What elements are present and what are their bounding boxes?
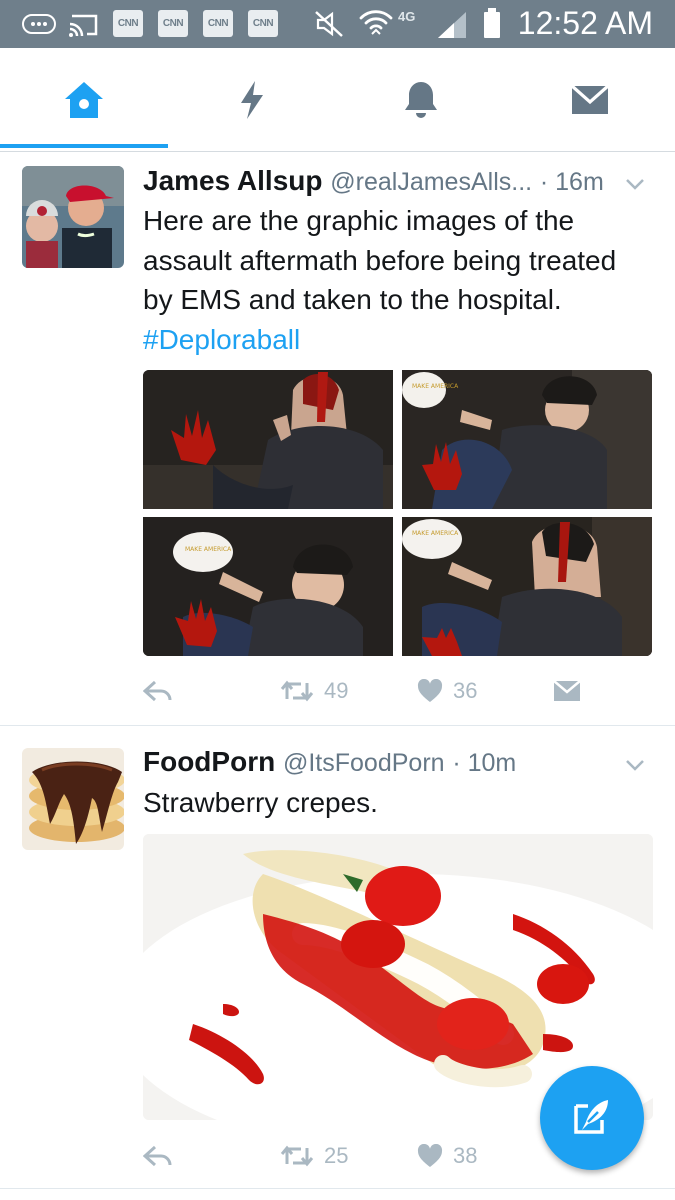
compose-icon xyxy=(574,1100,608,1134)
like-button[interactable]: 38 xyxy=(417,1136,477,1176)
media-photo[interactable]: MAKE AMERICA xyxy=(143,517,393,656)
reply-button[interactable] xyxy=(143,1136,173,1176)
media-photo[interactable]: MAKE AMERICA xyxy=(402,517,652,656)
svg-text:MAKE AMERICA: MAKE AMERICA xyxy=(412,383,459,390)
tweet-time: · 10m xyxy=(452,749,517,777)
network-type: 4G xyxy=(398,9,416,24)
like-button[interactable]: 36 xyxy=(417,671,477,711)
mute-icon xyxy=(315,11,343,37)
direct-message-button[interactable] xyxy=(553,671,581,711)
heart-icon xyxy=(417,1144,443,1167)
tab-messages[interactable] xyxy=(506,48,674,152)
wifi-icon xyxy=(359,10,393,35)
tab-home[interactable] xyxy=(0,48,168,152)
cnn-notification-icon: CNN xyxy=(248,10,278,37)
tweet-header: James Allsup @realJamesAlls... · 16m xyxy=(143,165,604,197)
tab-notifications[interactable] xyxy=(337,48,505,152)
tweet-time: · 16m xyxy=(539,168,604,196)
cnn-notification-icon: CNN xyxy=(158,10,188,37)
tab-moments[interactable] xyxy=(168,48,336,152)
tweet-text: Strawberry crepes. xyxy=(143,783,623,823)
avatar[interactable] xyxy=(22,748,124,850)
signal-icon xyxy=(438,12,466,38)
clock: 12:52 AM xyxy=(517,5,653,41)
tweet-james-allsup[interactable]: James Allsup @realJamesAlls... · 16m Her… xyxy=(0,153,675,725)
tweet-body: Here are the graphic images of the assau… xyxy=(143,205,617,315)
bell-icon xyxy=(405,82,437,118)
cast-icon xyxy=(69,14,98,37)
tweet-divider xyxy=(0,1188,675,1189)
lightning-icon xyxy=(241,81,263,119)
retweet-icon xyxy=(280,680,314,702)
retweet-count: 25 xyxy=(324,1143,349,1168)
author-name[interactable]: FoodPorn xyxy=(143,746,275,777)
battery-icon xyxy=(484,8,500,38)
heart-icon xyxy=(417,679,443,702)
reply-button[interactable] xyxy=(143,671,173,711)
author-handle[interactable]: @realJamesAlls... xyxy=(330,168,532,196)
author-handle[interactable]: @ItsFoodPorn xyxy=(283,749,445,777)
retweet-count: 49 xyxy=(324,678,349,703)
retweet-button[interactable]: 25 xyxy=(280,1136,348,1176)
compose-tweet-button[interactable] xyxy=(540,1066,644,1170)
retweet-icon xyxy=(280,1145,314,1167)
reply-icon xyxy=(143,680,172,702)
svg-text:MAKE AMERICA: MAKE AMERICA xyxy=(412,530,459,537)
media-photo[interactable]: MAKE AMERICA xyxy=(402,370,652,509)
envelope-icon xyxy=(570,84,610,114)
like-count: 38 xyxy=(453,1143,478,1168)
home-icon xyxy=(65,82,103,118)
chevron-down-icon[interactable] xyxy=(625,177,645,191)
chevron-down-icon[interactable] xyxy=(625,758,645,772)
active-tab-indicator xyxy=(0,144,168,148)
retweet-button[interactable]: 49 xyxy=(280,671,348,711)
cnn-notification-icon: CNN xyxy=(113,10,143,37)
tweet-actions: 49 36 xyxy=(143,671,643,711)
status-bar: CNN CNN CNN CNN 4G 12:52 AM xyxy=(0,0,675,48)
envelope-icon xyxy=(553,680,581,701)
media-grid[interactable]: MAKE AMERICA MAKE AMERICA MAKE AMERICA xyxy=(143,370,653,656)
cnn-notification-icon: CNN xyxy=(203,10,233,37)
author-name[interactable]: James Allsup xyxy=(143,165,322,196)
media-photo[interactable] xyxy=(143,370,393,509)
tweet-header: FoodPorn @ItsFoodPorn · 10m xyxy=(143,746,516,778)
tweet-text: Here are the graphic images of the assau… xyxy=(143,201,623,359)
tweet-body: Strawberry crepes. xyxy=(143,787,378,818)
svg-text:MAKE AMERICA: MAKE AMERICA xyxy=(185,546,232,553)
avatar[interactable] xyxy=(22,166,124,268)
reply-icon xyxy=(143,1145,172,1167)
tab-bar xyxy=(0,48,675,152)
like-count: 36 xyxy=(453,678,478,703)
more-notifications-icon xyxy=(22,14,56,34)
hashtag-link[interactable]: #Deploraball xyxy=(143,324,300,355)
